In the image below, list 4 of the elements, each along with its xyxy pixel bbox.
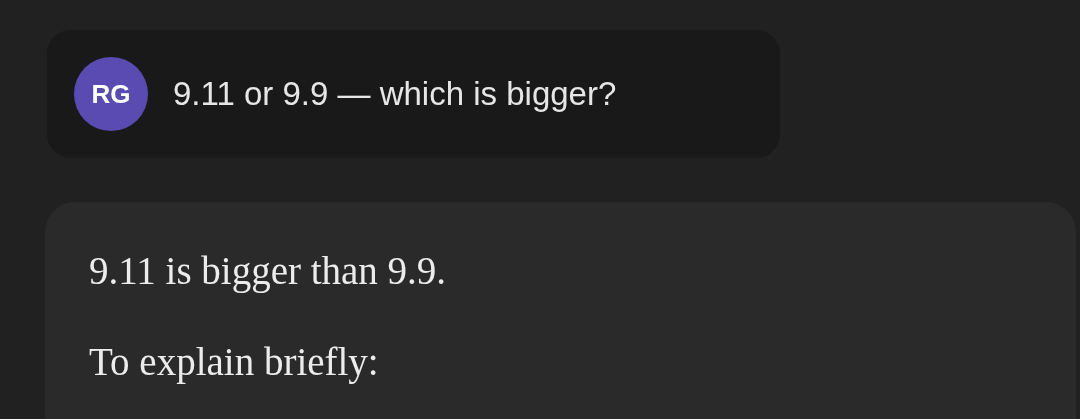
response-paragraph: To explain briefly: [89,340,380,384]
user-message-text: 9.11 or 9.9 — which is bigger? [173,75,617,113]
response-paragraph: 9.11 is bigger than 9.9. [89,250,448,293]
user-avatar: RG [74,57,148,131]
